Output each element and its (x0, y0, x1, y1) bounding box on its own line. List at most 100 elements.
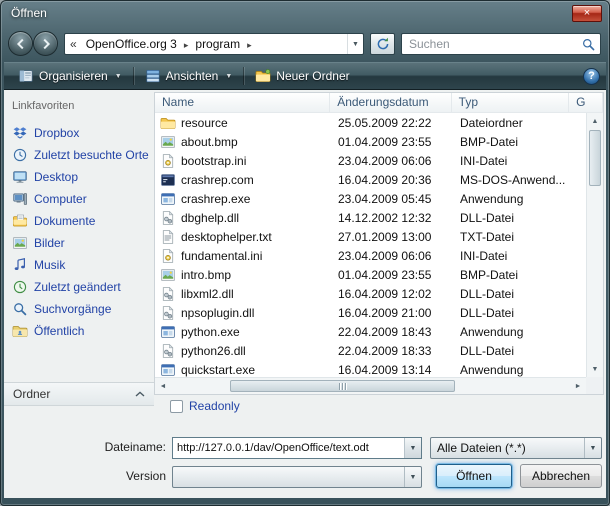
new-folder-button[interactable]: Neuer Ordner (247, 65, 357, 87)
file-name-cell: python26.dll (155, 343, 331, 359)
file-row-desktophelper-txt[interactable]: desktophelper.txt27.01.2009 13:00TXT-Dat… (155, 227, 586, 246)
file-name-cell: python.exe (155, 324, 331, 340)
file-name-cell: quickstart.exe (155, 362, 331, 378)
file-name-cell: resource (155, 115, 331, 131)
file-list: NameÄnderungsdatumTypG resource25.05.200… (154, 92, 604, 395)
file-row-quickstart-exe[interactable]: quickstart.exe16.04.2009 13:14Anwendung (155, 360, 586, 377)
titlebar[interactable]: Öffnen × (0, 0, 610, 28)
recent-places-icon (12, 147, 28, 163)
ini-file-icon (160, 153, 176, 169)
readonly-checkbox[interactable] (170, 400, 183, 413)
breadcrumb-separator-icon[interactable]: ▸ (244, 40, 255, 50)
sidebar-item-dropbox[interactable]: Dropbox (4, 122, 154, 144)
organize-button[interactable]: Organisieren ▼ (10, 65, 130, 87)
sidebar-item-label: Zuletzt besuchte Orte (34, 148, 149, 162)
scroll-right-icon[interactable]: ► (570, 378, 586, 394)
views-button[interactable]: Ansichten ▼ (137, 65, 241, 87)
search-box[interactable] (401, 33, 601, 55)
sidebar-item-zuletzt-besuchte-orte[interactable]: Zuletzt besuchte Orte (4, 144, 154, 166)
breadcrumb-dropdown-icon[interactable]: ▼ (347, 34, 363, 54)
horizontal-scroll-thumb[interactable] (230, 380, 455, 392)
image-file-icon (160, 267, 176, 283)
sidebar-item-label: Suchvorgänge (34, 302, 111, 316)
file-row-libxml2-dll[interactable]: libxml2.dll16.04.2009 12:02DLL-Datei (155, 284, 586, 303)
readonly-row: Readonly (170, 399, 240, 413)
file-row-crashrep-com[interactable]: crashrep.com16.04.2009 20:36MS-DOS-Anwen… (155, 170, 586, 189)
window-title: Öffnen (11, 6, 47, 20)
sidebar-item-öffentlich[interactable]: Öffentlich (4, 320, 154, 342)
file-name-cell: intro.bmp (155, 267, 331, 283)
cancel-button[interactable]: Abbrechen (520, 464, 602, 488)
sidebar-item-label: Computer (34, 192, 87, 206)
file-type-cell: DLL-Datei (453, 306, 571, 320)
folder-file-icon (160, 115, 176, 131)
sidebar-item-zuletzt-geändert[interactable]: Zuletzt geändert (4, 276, 154, 298)
documents-icon (12, 213, 28, 229)
folders-expander[interactable]: Ordner (4, 382, 154, 406)
horizontal-scrollbar[interactable]: ◄ ► (155, 377, 586, 394)
navigation-pane: Linkfavoriten DropboxZuletzt besuchte Or… (4, 90, 154, 498)
open-button[interactable]: Öffnen (436, 464, 512, 488)
file-row-bootstrap-ini[interactable]: bootstrap.ini23.04.2009 06:06INI-Datei (155, 151, 586, 170)
sidebar-item-dokumente[interactable]: Dokumente (4, 210, 154, 232)
file-name: desktophelper.txt (181, 230, 272, 244)
column-header-name[interactable]: Name (155, 93, 330, 112)
sidebar-item-suchvorgänge[interactable]: Suchvorgänge (4, 298, 154, 320)
help-button[interactable]: ? (583, 68, 600, 85)
file-date-cell: 01.04.2009 23:55 (331, 135, 453, 149)
dll-file-icon (160, 286, 176, 302)
forward-button[interactable] (33, 31, 58, 56)
column-header-typ[interactable]: Typ (452, 93, 569, 112)
filename-dropdown-icon[interactable]: ▼ (404, 438, 421, 458)
filename-input[interactable] (173, 442, 404, 454)
vertical-scrollbar[interactable]: ▲ ▼ (586, 113, 603, 377)
file-name-cell: about.bmp (155, 134, 331, 150)
scroll-left-icon[interactable]: ◄ (155, 378, 171, 394)
sidebar-item-computer[interactable]: Computer (4, 188, 154, 210)
breadcrumb-item-openoffice-org-3[interactable]: OpenOffice.org 3 (82, 37, 181, 51)
filename-combobox[interactable]: ▼ (172, 437, 422, 459)
vertical-scroll-thumb[interactable] (589, 130, 601, 186)
filetype-dropdown-icon[interactable]: ▼ (584, 438, 601, 458)
column-header-änderungsdatum[interactable]: Änderungsdatum (330, 93, 451, 112)
file-row-python-exe[interactable]: python.exe22.04.2009 18:43Anwendung (155, 322, 586, 341)
breadcrumb-item-program[interactable]: program (191, 37, 244, 51)
file-row-crashrep-exe[interactable]: crashrep.exe23.04.2009 05:45Anwendung (155, 189, 586, 208)
close-button[interactable]: × (572, 5, 602, 22)
breadcrumb-overflow-chevron[interactable]: « (65, 37, 82, 51)
pictures-icon (12, 235, 28, 251)
file-name-cell: dbghelp.dll (155, 210, 331, 226)
version-select[interactable]: ▼ (172, 466, 422, 488)
sidebar-item-desktop[interactable]: Desktop (4, 166, 154, 188)
file-date-cell: 16.04.2009 13:14 (331, 363, 453, 377)
search-icon[interactable] (576, 35, 600, 53)
file-date-cell: 16.04.2009 12:02 (331, 287, 453, 301)
file-row-resource[interactable]: resource25.05.2009 22:22Dateiordner (155, 113, 586, 132)
scroll-up-icon[interactable]: ▲ (587, 113, 603, 129)
file-name-cell: fundamental.ini (155, 248, 331, 264)
file-date-cell: 23.04.2009 06:06 (331, 154, 453, 168)
file-name: resource (181, 116, 228, 130)
back-button[interactable] (8, 31, 33, 56)
file-row-dbghelp-dll[interactable]: dbghelp.dll14.12.2002 12:32DLL-Datei (155, 208, 586, 227)
refresh-button[interactable] (370, 33, 395, 55)
sidebar-item-bilder[interactable]: Bilder (4, 232, 154, 254)
column-header-g[interactable]: G (569, 93, 603, 112)
file-row-python26-dll[interactable]: python26.dll22.04.2009 18:33DLL-Datei (155, 341, 586, 360)
scroll-down-icon[interactable]: ▼ (587, 361, 603, 377)
breadcrumb[interactable]: « OpenOffice.org 3▸program▸ ▼ (64, 33, 364, 55)
file-date-cell: 14.12.2002 12:32 (331, 211, 453, 225)
version-dropdown-icon[interactable]: ▼ (404, 467, 421, 487)
file-row-intro-bmp[interactable]: intro.bmp01.04.2009 23:55BMP-Datei (155, 265, 586, 284)
file-type-cell: MS-DOS-Anwend... (453, 173, 571, 187)
search-input[interactable] (402, 37, 576, 51)
organize-label: Organisieren (39, 69, 108, 83)
file-row-about-bmp[interactable]: about.bmp01.04.2009 23:55BMP-Datei (155, 132, 586, 151)
help-icon: ? (588, 70, 595, 82)
refresh-icon (375, 36, 391, 52)
breadcrumb-separator-icon[interactable]: ▸ (181, 40, 192, 50)
file-row-fundamental-ini[interactable]: fundamental.ini23.04.2009 06:06INI-Datei (155, 246, 586, 265)
filetype-select[interactable]: Alle Dateien (*.*) ▼ (430, 437, 602, 459)
sidebar-item-musik[interactable]: Musik (4, 254, 154, 276)
file-row-npsoplugin-dll[interactable]: npsoplugin.dll16.04.2009 21:00DLL-Datei (155, 303, 586, 322)
